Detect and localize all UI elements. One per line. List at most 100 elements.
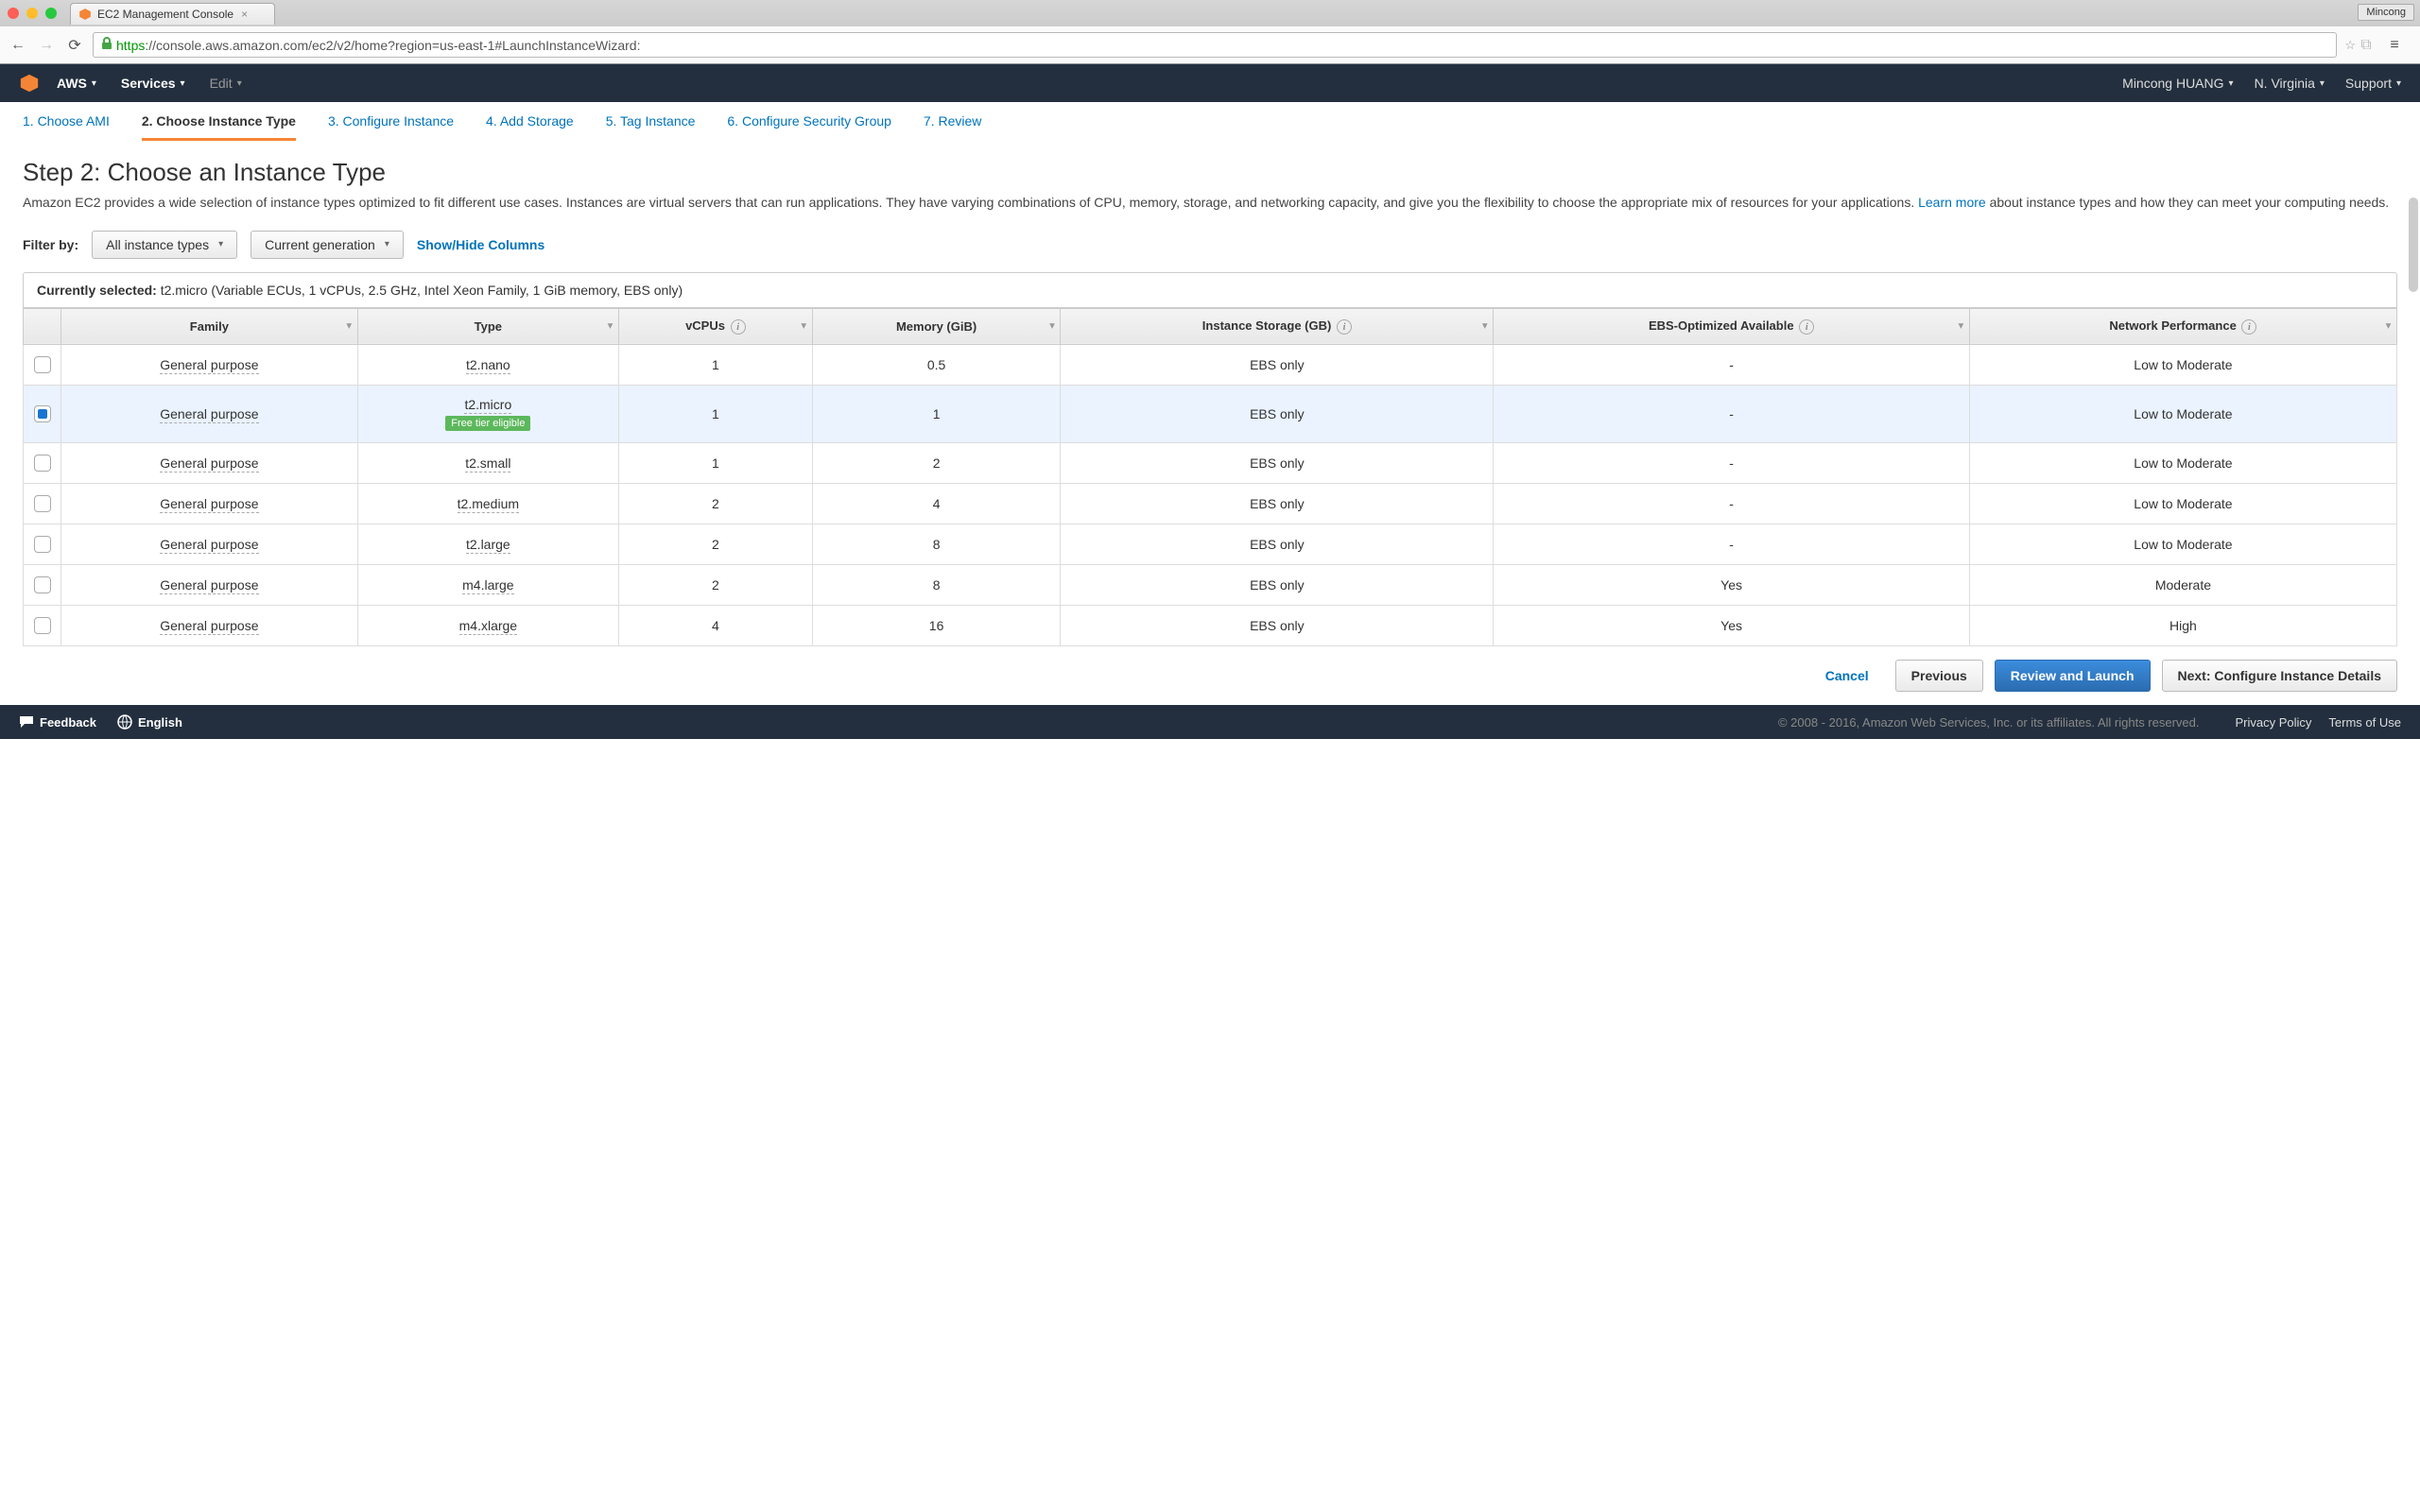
- window-minimize-icon[interactable]: [26, 8, 38, 19]
- next-button[interactable]: Next: Configure Instance Details: [2162, 660, 2398, 692]
- nav-reload-icon[interactable]: ⟳: [64, 36, 85, 55]
- page-description: Amazon EC2 provides a wide selection of …: [23, 193, 2397, 214]
- storage-cell: EBS only: [1061, 386, 1494, 443]
- info-icon[interactable]: i: [2241, 319, 2256, 335]
- wizard-step-0[interactable]: 1. Choose AMI: [23, 113, 110, 141]
- nav-services[interactable]: Services ▾: [121, 76, 185, 91]
- table-row[interactable]: General purposet2.nano10.5EBS only-Low t…: [24, 345, 2397, 386]
- row-checkbox[interactable]: [34, 356, 51, 373]
- review-launch-button[interactable]: Review and Launch: [1995, 660, 2151, 692]
- wizard-step-2[interactable]: 3. Configure Instance: [328, 113, 454, 141]
- row-checkbox[interactable]: [34, 405, 51, 422]
- filter-instance-types-dropdown[interactable]: All instance types▾: [92, 231, 237, 259]
- nav-forward-icon[interactable]: →: [36, 37, 57, 54]
- sort-icon: ▾: [2386, 321, 2391, 332]
- col-memory[interactable]: Memory (GiB)▾: [812, 308, 1061, 345]
- type-cell: t2.nano: [466, 357, 510, 374]
- info-icon[interactable]: i: [731, 319, 746, 335]
- feedback-button[interactable]: Feedback: [19, 715, 96, 730]
- nav-aws[interactable]: AWS ▾: [57, 76, 96, 91]
- page-body: Step 2: Choose an Instance Type Amazon E…: [0, 141, 2420, 646]
- vcpus-cell: 1: [618, 443, 812, 484]
- caret-down-icon: ▾: [2396, 78, 2401, 89]
- wizard-step-3[interactable]: 4. Add Storage: [486, 113, 574, 141]
- sort-icon: ▾: [608, 321, 613, 332]
- wizard-steps: 1. Choose AMI 2. Choose Instance Type 3. C…: [0, 102, 2420, 141]
- wizard-step-1[interactable]: 2. Choose Instance Type: [142, 113, 296, 141]
- table-row[interactable]: General purposet2.medium24EBS only-Low t…: [24, 484, 2397, 524]
- sort-icon: ▾: [802, 321, 806, 332]
- network-cell: Moderate: [1969, 565, 2396, 606]
- privacy-link[interactable]: Privacy Policy: [2236, 715, 2312, 730]
- storage-cell: EBS only: [1061, 484, 1494, 524]
- nav-edit[interactable]: Edit ▾: [210, 76, 242, 91]
- memory-cell: 16: [812, 606, 1061, 646]
- nav-back-icon[interactable]: ←: [8, 37, 28, 54]
- row-checkbox[interactable]: [34, 495, 51, 512]
- col-type[interactable]: Type▾: [357, 308, 618, 345]
- show-hide-columns-link[interactable]: Show/Hide Columns: [417, 237, 544, 252]
- type-cell: t2.medium: [458, 496, 519, 513]
- wizard-step-4[interactable]: 5. Tag Instance: [606, 113, 696, 141]
- nav-user[interactable]: Mincong HUANG ▾: [2122, 76, 2233, 91]
- info-icon[interactable]: i: [1337, 319, 1352, 335]
- previous-button[interactable]: Previous: [1895, 660, 1983, 692]
- row-checkbox[interactable]: [34, 536, 51, 553]
- browser-tab[interactable]: EC2 Management Console ×: [70, 3, 275, 25]
- address-bar: ← → ⟳ https://console.aws.amazon.com/ec2…: [0, 26, 2420, 63]
- col-select[interactable]: [24, 308, 61, 345]
- row-checkbox[interactable]: [34, 617, 51, 634]
- nav-region[interactable]: N. Virginia ▾: [2255, 76, 2325, 91]
- col-vcpus[interactable]: vCPUs i▾: [618, 308, 812, 345]
- extensions-icon[interactable]: ⧉: [2356, 37, 2377, 54]
- learn-more-link[interactable]: Learn more: [1918, 195, 1986, 210]
- col-family[interactable]: Family▾: [61, 308, 358, 345]
- filter-generation-dropdown[interactable]: Current generation▾: [251, 231, 404, 259]
- info-icon[interactable]: i: [1799, 319, 1814, 335]
- tab-close-icon[interactable]: ×: [241, 8, 248, 21]
- language-selector[interactable]: English: [117, 714, 182, 730]
- row-checkbox[interactable]: [34, 576, 51, 593]
- bookmark-icon[interactable]: ☆: [2344, 38, 2356, 53]
- scrollbar[interactable]: [2409, 198, 2418, 292]
- storage-cell: EBS only: [1061, 565, 1494, 606]
- aws-logo-icon[interactable]: [19, 73, 40, 94]
- table-row[interactable]: General purposem4.xlarge416EBS onlyYesHi…: [24, 606, 2397, 646]
- filter-label: Filter by:: [23, 237, 78, 252]
- vcpus-cell: 2: [618, 484, 812, 524]
- network-cell: Low to Moderate: [1969, 484, 2396, 524]
- desc-text-2: about instance types and how they can me…: [1986, 195, 2390, 210]
- window-close-icon[interactable]: [8, 8, 19, 19]
- caret-down-icon: ▾: [2320, 78, 2325, 89]
- vcpus-cell: 2: [618, 524, 812, 565]
- memory-cell: 4: [812, 484, 1061, 524]
- type-cell: t2.small: [465, 455, 510, 472]
- menu-icon[interactable]: ≡: [2384, 37, 2405, 54]
- storage-cell: EBS only: [1061, 524, 1494, 565]
- wizard-step-5[interactable]: 6. Configure Security Group: [727, 113, 891, 141]
- url-input[interactable]: https://console.aws.amazon.com/ec2/v2/ho…: [93, 32, 2337, 58]
- nav-support[interactable]: Support ▾: [2345, 76, 2401, 91]
- network-cell: Low to Moderate: [1969, 524, 2396, 565]
- col-ebsopt[interactable]: EBS-Optimized Available i▾: [1494, 308, 1970, 345]
- row-checkbox[interactable]: [34, 455, 51, 472]
- terms-link[interactable]: Terms of Use: [2328, 715, 2401, 730]
- type-cell: t2.large: [466, 537, 510, 554]
- chrome-profile-badge[interactable]: Mincong: [2358, 4, 2414, 21]
- currently-selected-bar: Currently selected: t2.micro (Variable E…: [23, 272, 2397, 308]
- aws-footer: Feedback English © 2008 - 2016, Amazon W…: [0, 705, 2420, 739]
- page-title: Step 2: Choose an Instance Type: [23, 158, 2397, 187]
- wizard-step-6[interactable]: 7. Review: [924, 113, 981, 141]
- col-network[interactable]: Network Performance i▾: [1969, 308, 2396, 345]
- browser-chrome: EC2 Management Console × Mincong ← → ⟳ h…: [0, 0, 2420, 64]
- table-row[interactable]: General purposet2.microFree tier eligibl…: [24, 386, 2397, 443]
- cancel-button[interactable]: Cancel: [1810, 661, 1884, 691]
- table-row[interactable]: General purposet2.small12EBS only-Low to…: [24, 443, 2397, 484]
- sort-icon: ▾: [1482, 321, 1487, 332]
- col-storage[interactable]: Instance Storage (GB) i▾: [1061, 308, 1494, 345]
- window-maximize-icon[interactable]: [45, 8, 57, 19]
- table-row[interactable]: General purposet2.large28EBS only-Low to…: [24, 524, 2397, 565]
- memory-cell: 0.5: [812, 345, 1061, 386]
- table-row[interactable]: General purposem4.large28EBS onlyYesMode…: [24, 565, 2397, 606]
- ebs_opt-cell: Yes: [1494, 565, 1970, 606]
